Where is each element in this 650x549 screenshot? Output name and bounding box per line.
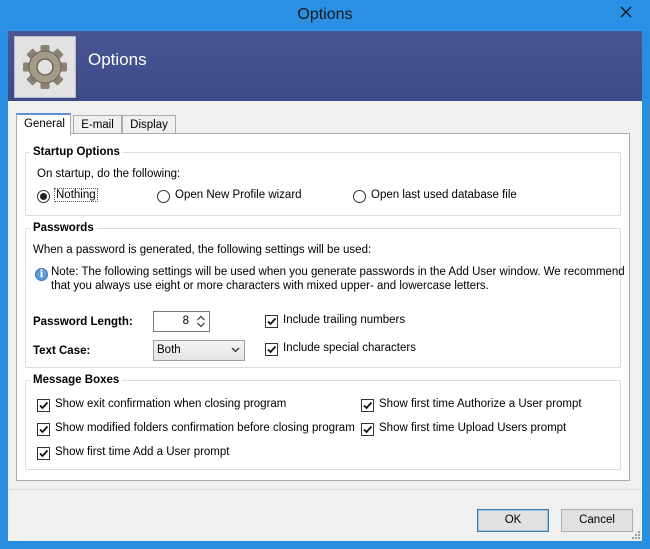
startup-options-legend: Startup Options [33,146,120,158]
info-icon: i [35,268,48,281]
radio-nothing-label[interactable]: Nothing [54,188,98,202]
show-modified-folders-label[interactable]: Show modified folders confirmation befor… [55,422,355,434]
show-authorize-user-prompt-checkbox[interactable] [361,399,374,412]
checkmark-icon [267,345,277,354]
close-button[interactable] [611,1,641,23]
cancel-button[interactable]: Cancel [561,509,633,532]
show-upload-users-prompt-checkbox[interactable] [361,423,374,436]
general-tab-panel: Startup Options On startup, do the follo… [16,133,630,481]
show-upload-users-prompt-label[interactable]: Show first time Upload Users prompt [379,422,566,434]
text-case-label: Text Case: [33,345,91,357]
resize-grip-icon[interactable] [630,529,640,539]
gear-icon [23,45,67,89]
checkmark-icon [39,425,49,434]
include-special-characters-checkbox[interactable] [265,343,278,356]
startup-options-group: Startup Options [25,146,621,216]
passwords-note-line1: Note: The following settings will be use… [51,266,625,278]
checkmark-icon [363,401,373,410]
password-length-value: 8 [182,315,189,327]
radio-open-new-profile-wizard[interactable] [157,190,170,203]
dialog-client-area: Options General E-mail Display Startup O… [8,31,642,541]
show-exit-confirmation-label[interactable]: Show exit confirmation when closing prog… [55,398,286,410]
passwords-legend: Passwords [33,222,94,234]
ok-button[interactable]: OK [477,509,549,532]
password-length-label: Password Length: [33,316,133,328]
show-exit-confirmation-checkbox[interactable] [37,399,50,412]
text-case-value: Both [157,344,181,356]
radio-open-new-profile-wizard-label[interactable]: Open New Profile wizard [175,189,302,201]
footer-divider [8,489,642,490]
show-add-user-prompt-label[interactable]: Show first time Add a User prompt [55,446,229,458]
show-authorize-user-prompt-label[interactable]: Show first time Authorize a User prompt [379,398,582,410]
header-title: Options [88,50,147,69]
tab-display[interactable]: Display [122,115,176,135]
passwords-note-line2: that you always use eight or more charac… [51,280,489,292]
logo [14,36,76,98]
checkmark-icon [363,425,373,434]
show-add-user-prompt-checkbox[interactable] [37,447,50,460]
message-boxes-legend: Message Boxes [33,374,120,386]
startup-prompt: On startup, do the following: [37,168,181,180]
window-title: Options [297,6,353,23]
include-trailing-numbers-label[interactable]: Include trailing numbers [283,314,405,326]
passwords-intro: When a password is generated, the follow… [33,244,372,256]
header-banner: Options [8,31,642,101]
checkmark-icon [267,317,277,326]
chevron-down-icon [231,347,240,353]
text-case-select[interactable]: Both [153,340,245,361]
tab-email[interactable]: E-mail [73,115,122,135]
include-special-characters-label[interactable]: Include special characters [283,342,416,354]
checkmark-icon [39,401,49,410]
radio-nothing[interactable] [37,190,50,203]
include-trailing-numbers-checkbox[interactable] [265,315,278,328]
tab-general[interactable]: General [16,113,71,136]
password-length-stepper[interactable]: 8 [153,311,210,332]
checkmark-icon [39,449,49,458]
radio-open-last-database-label[interactable]: Open last used database file [371,189,517,201]
spin-arrows-icon[interactable] [195,313,207,330]
radio-open-last-database[interactable] [353,190,366,203]
close-icon [620,6,632,18]
title-bar[interactable]: Options [0,0,650,31]
options-window: Options Options General E-mail Display S… [0,0,650,549]
show-modified-folders-checkbox[interactable] [37,423,50,436]
